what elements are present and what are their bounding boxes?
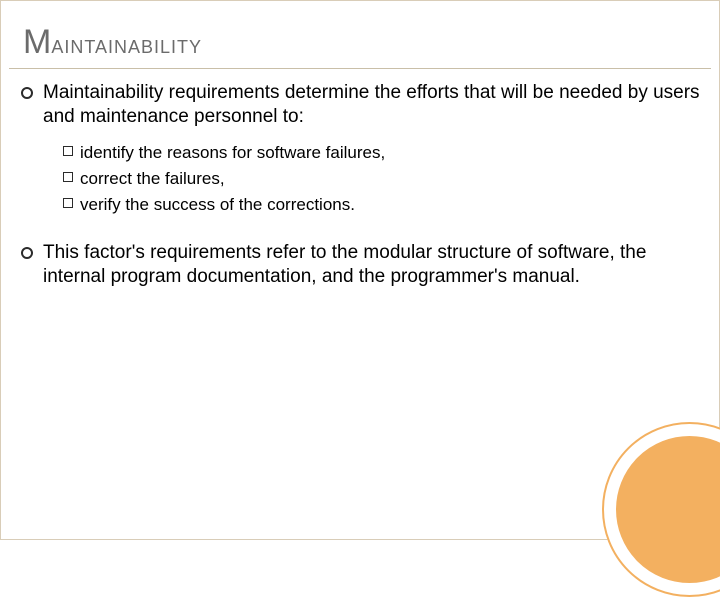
square-bullet-icon	[63, 172, 73, 182]
bullet-1: Maintainability requirements determine t…	[15, 81, 705, 130]
sub-item-2-text: correct the failures,	[80, 166, 225, 192]
sub-item-3: verify the success of the corrections.	[63, 192, 705, 218]
sub-list: identify the reasons for software failur…	[63, 140, 705, 219]
bullet-2-text: This factor's requirements refer to the …	[43, 241, 705, 290]
slide-title: Maintainability	[9, 1, 711, 69]
title-capital: M	[23, 23, 51, 61]
sub-item-3-text: verify the success of the corrections.	[80, 192, 355, 218]
ring-bullet-icon	[21, 87, 33, 99]
decorative-circle	[602, 422, 720, 597]
bullet-2: This factor's requirements refer to the …	[15, 241, 705, 290]
slide-body: Maintainability requirements determine t…	[1, 69, 719, 289]
square-bullet-icon	[63, 198, 73, 208]
square-bullet-icon	[63, 146, 73, 156]
sub-item-1-text: identify the reasons for software failur…	[80, 140, 385, 166]
bullet-1-text: Maintainability requirements determine t…	[43, 81, 705, 130]
title-rest: aintainability	[51, 29, 202, 59]
ring-bullet-icon	[21, 247, 33, 259]
sub-item-2: correct the failures,	[63, 166, 705, 192]
sub-item-1: identify the reasons for software failur…	[63, 140, 705, 166]
